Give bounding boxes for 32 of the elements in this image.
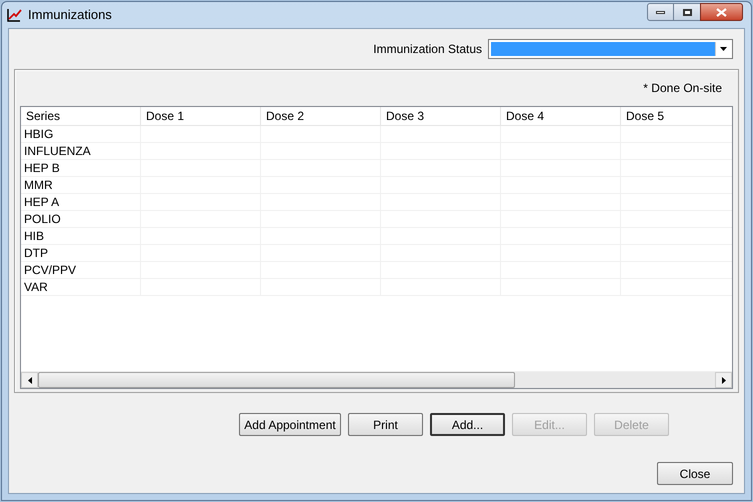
action-button[interactable]: Add Appointment — [239, 413, 341, 436]
maximize-button[interactable] — [674, 3, 700, 21]
status-label: Immunization Status — [373, 41, 482, 58]
action-button[interactable]: Print — [348, 413, 423, 436]
column-header[interactable]: Dose 2 — [261, 107, 381, 125]
column-header[interactable]: Dose 3 — [381, 107, 501, 125]
table-cell: HEP A — [21, 194, 141, 210]
table-cell: INFLUENZA — [21, 143, 141, 159]
column-header[interactable]: Dose 4 — [501, 107, 621, 125]
scroll-left-icon[interactable] — [28, 376, 32, 384]
legend-text: * Done On-site — [643, 80, 722, 97]
column-header[interactable]: Dose 1 — [141, 107, 261, 125]
status-dropdown[interactable] — [488, 39, 733, 59]
scroll-right-icon[interactable] — [722, 376, 726, 384]
action-button[interactable]: Add... — [430, 413, 505, 436]
chart-icon — [6, 7, 22, 23]
table-cell: MMR — [21, 177, 141, 193]
table-cell: POLIO — [21, 211, 141, 227]
horizontal-scrollbar[interactable] — [21, 371, 732, 388]
table-cell: DTP — [21, 245, 141, 261]
minimize-button[interactable] — [647, 3, 674, 21]
table-cell: HBIG — [21, 126, 141, 142]
table-cell: HEP B — [21, 160, 141, 176]
window-title: Immunizations — [28, 6, 113, 24]
table-cell: PCV/PPV — [21, 262, 141, 278]
column-header[interactable]: Series — [21, 107, 141, 125]
dropdown-arrow-icon — [720, 47, 726, 51]
column-header[interactable]: Dose 5 — [621, 107, 732, 125]
table-cell: VAR — [21, 279, 141, 295]
close-icon[interactable] — [700, 3, 743, 21]
table-cell: HIB — [21, 228, 141, 244]
close-button[interactable]: Close — [657, 462, 733, 485]
